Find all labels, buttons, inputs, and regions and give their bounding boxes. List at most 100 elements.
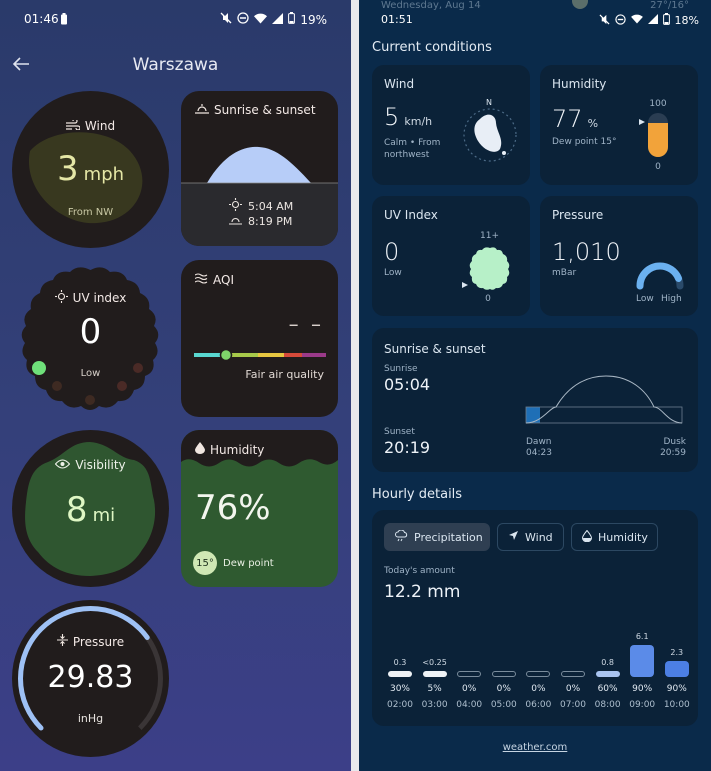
wind-value-row: 5 km/h	[384, 103, 432, 131]
aqi-label: AQI	[213, 273, 234, 287]
precip-amount: 6.1	[635, 632, 649, 641]
battery-percent: 19%	[300, 12, 327, 27]
sunrise-icon	[195, 103, 209, 117]
hour-label: 08:00	[594, 700, 621, 710]
sunrise-sunset-tile[interactable]: Sunrise & sunset 5:04 AM 8:19 PM	[181, 91, 338, 246]
uv-marker-icon	[462, 282, 468, 288]
battery-icon	[288, 12, 296, 27]
hour-column: 0% 06:00	[521, 510, 555, 726]
humidity-unit: %	[587, 117, 599, 130]
visibility-label: Visibility	[75, 458, 126, 472]
sunset-row: 8:19 PM	[229, 214, 292, 228]
visibility-value-row: 8 mi	[12, 490, 169, 530]
aqi-marker	[219, 348, 233, 362]
humidity-label-row: Humidity	[195, 442, 264, 457]
status-time: 01:51	[381, 13, 413, 26]
hour-label: 06:00	[525, 700, 552, 710]
date-peek: Wednesday, Aug 14	[381, 0, 481, 11]
precip-probability: 60%	[597, 684, 618, 694]
wind-compass	[463, 108, 517, 162]
hour-label: 03:00	[421, 700, 448, 710]
dew-point: Dew point 15°	[552, 137, 617, 147]
aqi-scale-bar	[194, 348, 326, 362]
humidity-label: Humidity	[552, 77, 607, 91]
sunrise-time: 05:04	[384, 375, 431, 394]
wind-unit: mph	[83, 164, 125, 185]
current-conditions-title: Current conditions	[372, 40, 492, 55]
aqi-tile[interactable]: AQI – – Fair air quality	[181, 260, 338, 417]
sunset-icon	[229, 214, 242, 228]
wind-icon	[65, 118, 81, 133]
sun-label: Sunrise & sunset	[214, 103, 316, 117]
dusk-time: 20:59	[660, 448, 686, 458]
dew-point-label: Dew point	[223, 558, 274, 569]
wind-tile[interactable]: Wind 3 mph From NW	[12, 91, 169, 248]
pressure-icon	[56, 634, 68, 649]
sun-label-row: Sunrise & sunset	[195, 103, 316, 117]
air-waves-icon	[194, 273, 208, 287]
hour-column: <0.25 5% 03:00	[418, 510, 452, 726]
uv-index-tile[interactable]: UV index 0 Low	[12, 262, 169, 419]
weather-com-link[interactable]: weather.com	[359, 742, 711, 753]
hour-label: 10:00	[663, 700, 690, 710]
uv-level: Low	[384, 268, 402, 278]
sunrise-sunset-card[interactable]: Sunrise & sunset Sunrise 05:04 Sunset 20…	[372, 328, 698, 472]
hourly-details-title: Hourly details	[372, 487, 463, 502]
visibility-value: 8	[65, 490, 88, 530]
pressure-label: Pressure	[72, 634, 125, 649]
wind-card[interactable]: Wind 5 km/h Calm • From northwest N	[372, 65, 530, 185]
mute-icon	[220, 12, 232, 27]
humidity-value: 76%	[195, 488, 271, 528]
precip-probability: 0%	[565, 684, 581, 694]
precip-bar	[491, 671, 516, 677]
visibility-label-row: Visibility	[12, 458, 169, 472]
pressure-tile[interactable]: Pressure 29.83 inHg	[12, 600, 169, 757]
uv-card[interactable]: UV Index 0 Low 11+ 0	[372, 196, 530, 316]
pressure-card[interactable]: Pressure 1,010 mBar Low High	[540, 196, 698, 316]
precip-bar	[526, 671, 551, 677]
dusk-label: Dusk	[663, 437, 686, 447]
battery-percent: 18%	[674, 14, 699, 27]
status-icons: 18%	[599, 13, 699, 28]
aqi-quality: Fair air quality	[245, 368, 324, 381]
right-screen: Wednesday, Aug 14 27°/16° 01:51 18% Curr…	[359, 0, 711, 771]
dnd-icon	[614, 13, 626, 28]
aqi-label-row: AQI	[194, 273, 234, 287]
uv-min: 0	[485, 294, 491, 304]
pressure-label: Pressure	[552, 208, 604, 222]
uv-scallop-indicator	[469, 247, 510, 290]
precip-amount: <0.25	[422, 658, 447, 667]
pressure-unit: inHg	[77, 712, 104, 725]
left-screen: 01:46 19% Warszawa Wind 3 mph From NW Su…	[0, 0, 351, 771]
pressure-label-row: Pressure	[12, 634, 169, 649]
humidity-value: 77	[552, 105, 583, 133]
battery-saver-icon	[60, 13, 68, 28]
hour-column: 0% 05:00	[487, 510, 521, 726]
signal-icon	[272, 12, 284, 27]
sunset-time: 20:19	[384, 438, 431, 457]
humidity-card[interactable]: Humidity 77 % Dew point 15° 100 0	[540, 65, 698, 185]
precip-bar	[561, 671, 585, 677]
precip-probability: 0%	[462, 684, 477, 694]
water-drop-icon	[195, 442, 205, 457]
humidity-tile[interactable]: Humidity 76% 15° Dew point	[181, 430, 338, 587]
precip-amount: 0.3	[393, 658, 407, 667]
signal-icon	[647, 14, 658, 27]
wind-label: Wind	[384, 77, 415, 91]
precip-probability: 5%	[427, 684, 442, 694]
precip-amount: 0.8	[601, 658, 614, 667]
uv-value: 0	[384, 238, 400, 266]
precip-probability: 90%	[632, 684, 653, 694]
hour-label: 09:00	[629, 700, 656, 710]
sunrise-label: Sunrise	[384, 364, 418, 374]
wind-label: Wind	[84, 119, 116, 133]
weather-icon-peek	[572, 0, 588, 9]
wind-label-row: Wind	[12, 118, 169, 133]
visibility-tile[interactable]: Visibility 8 mi	[12, 430, 169, 587]
humidity-min: 0	[655, 162, 661, 172]
precip-bar	[388, 671, 412, 677]
pressure-value: 29.83	[47, 660, 134, 695]
hour-label: 04:00	[456, 700, 483, 710]
humidity-value-row: 77 %	[552, 105, 598, 133]
pressure-value: 1,010	[552, 238, 621, 266]
